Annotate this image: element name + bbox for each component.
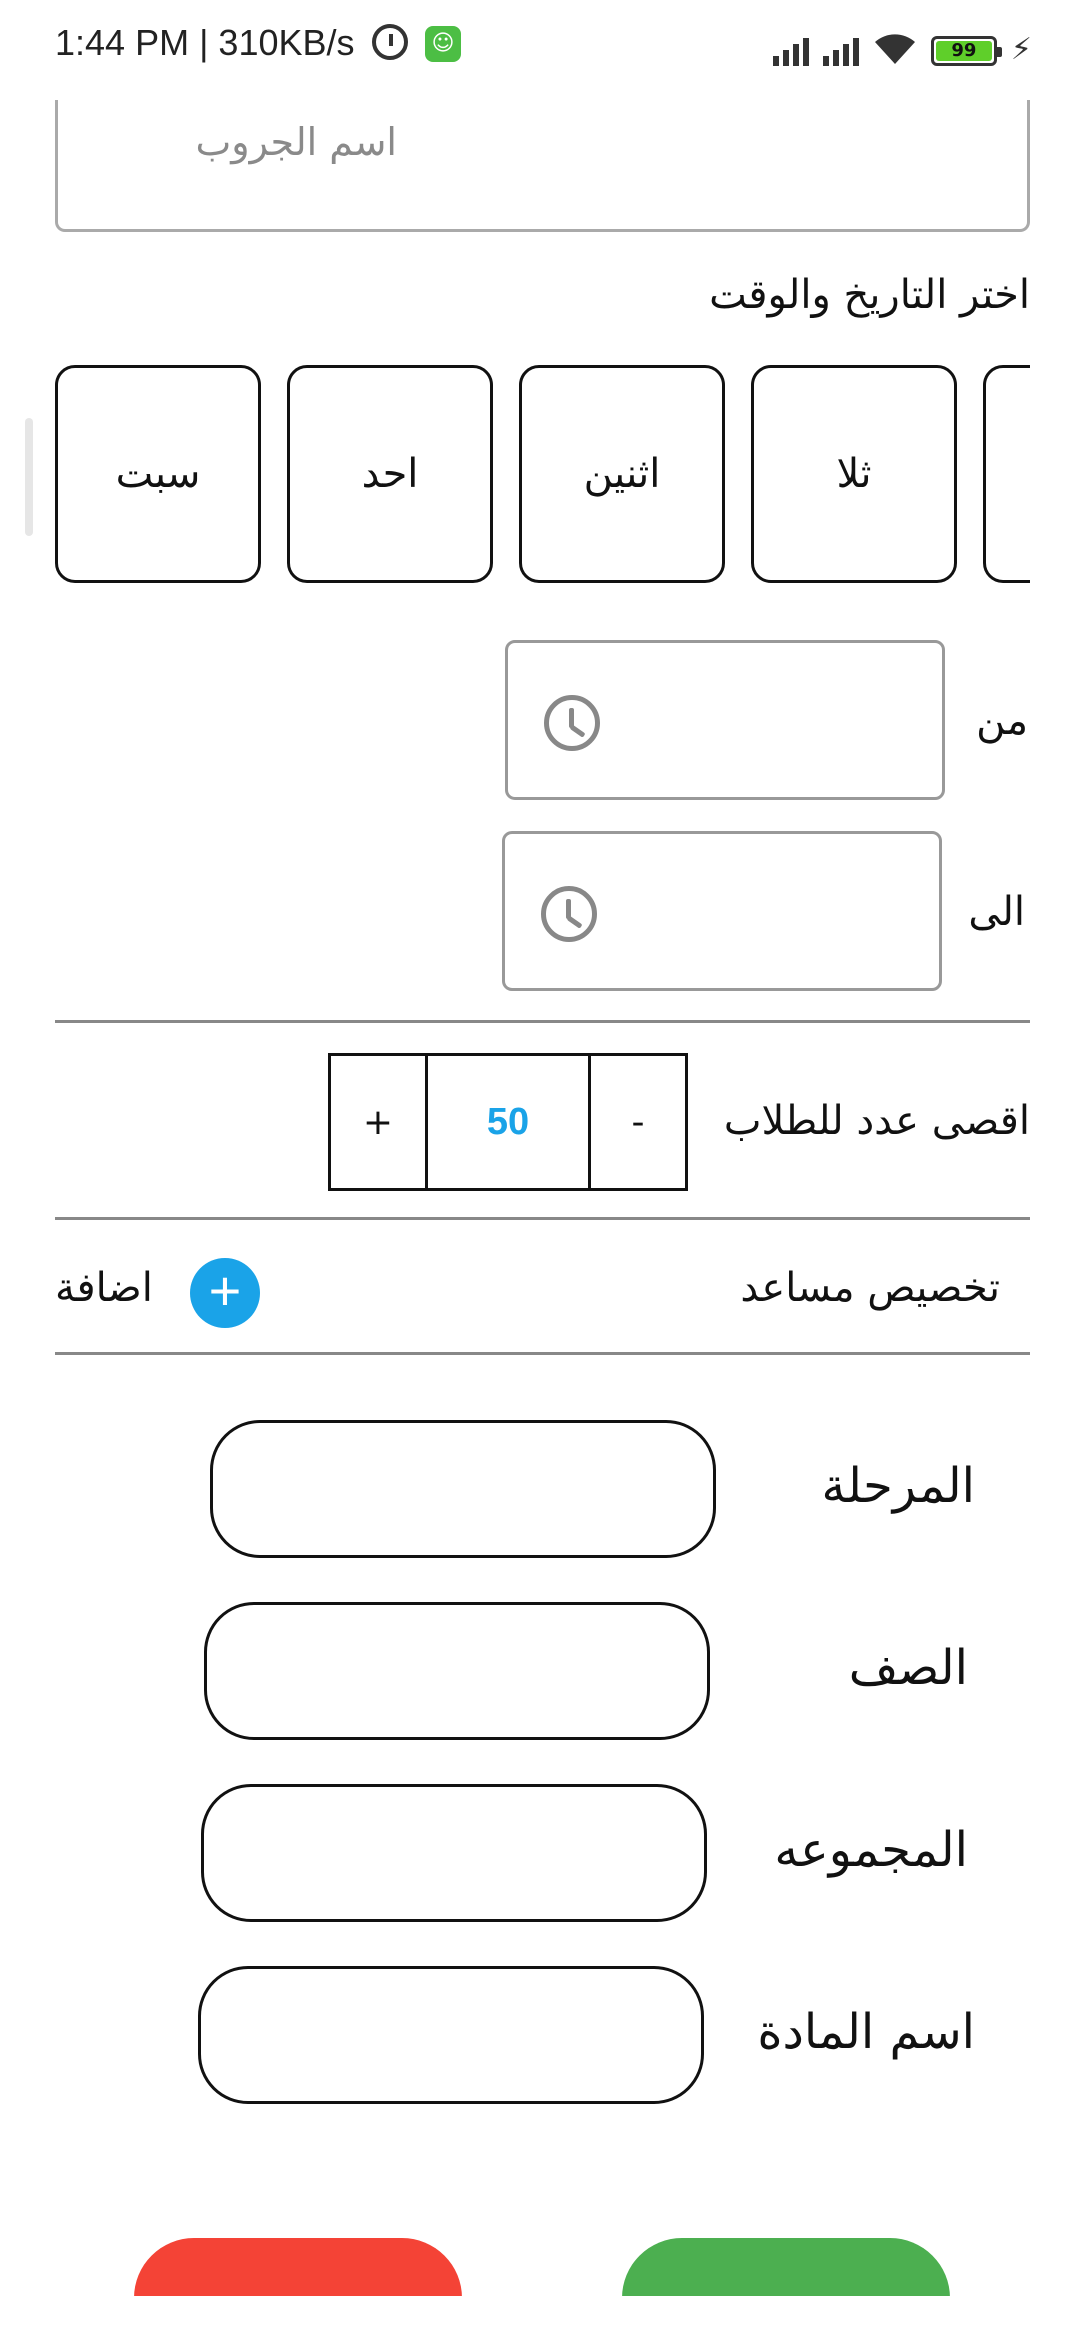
signal-icon: [772, 34, 809, 66]
divider: [55, 1352, 1030, 1355]
bottom-edge: [0, 2296, 1080, 2340]
scroll-indicator: [25, 418, 33, 536]
day-sunday[interactable]: احد: [287, 365, 493, 583]
battery-icon: 99: [930, 36, 1002, 66]
day-wednesday[interactable]: [983, 365, 1030, 583]
date-time-label: اختر التاريخ والوقت: [709, 272, 1030, 318]
days-row[interactable]: سبت احد اثنين ثلا: [55, 365, 1030, 585]
grade-field[interactable]: [204, 1602, 710, 1740]
status-bar: 1:44 PM | 310KB/s ☺ 99 ⚡: [0, 0, 1080, 88]
decrement-button[interactable]: -: [591, 1056, 685, 1188]
divider: [55, 1217, 1030, 1220]
status-right: 99 ⚡: [772, 22, 1032, 67]
wifi-icon: [873, 32, 917, 66]
subject-label: اسم المادة: [757, 2004, 975, 2060]
clock-icon: [544, 695, 600, 751]
stage-label: المرحلة: [821, 1458, 976, 1514]
to-time-field[interactable]: [502, 831, 942, 991]
from-label: من: [976, 698, 1028, 744]
signal-icon-2: [822, 34, 859, 66]
group-name-input[interactable]: اسم الجروب: [55, 100, 1030, 232]
group-name-placeholder: اسم الجروب: [195, 120, 397, 164]
add-icon[interactable]: +: [190, 1258, 260, 1328]
status-time: 1:44 PM | 310KB/s: [55, 22, 355, 63]
assistant-label: تخصيص مساعد: [740, 1265, 1000, 1311]
max-students-label: اقصى عدد للطلاب: [723, 1098, 1030, 1144]
divider: [55, 1020, 1030, 1023]
subject-field[interactable]: [198, 1966, 704, 2104]
from-time-field[interactable]: [505, 640, 945, 800]
stage-field[interactable]: [210, 1420, 716, 1558]
max-students-value[interactable]: 50: [425, 1056, 591, 1188]
add-assistant-label[interactable]: اضافة: [55, 1265, 153, 1311]
clock-icon: [541, 886, 597, 942]
increment-button[interactable]: +: [331, 1056, 425, 1188]
to-label: الى: [968, 889, 1025, 935]
day-monday[interactable]: اثنين: [519, 365, 725, 583]
app-notification-icon: ☺: [425, 26, 461, 62]
group-label: المجموعه: [774, 1822, 968, 1878]
day-saturday[interactable]: سبت: [55, 365, 261, 583]
grade-label: الصف: [848, 1640, 968, 1696]
alarm-icon: [372, 24, 408, 60]
group-field[interactable]: [201, 1784, 707, 1922]
day-tuesday[interactable]: ثلا: [751, 365, 957, 583]
charging-icon: ⚡: [1010, 32, 1032, 67]
max-students-stepper[interactable]: + 50 -: [328, 1053, 688, 1191]
